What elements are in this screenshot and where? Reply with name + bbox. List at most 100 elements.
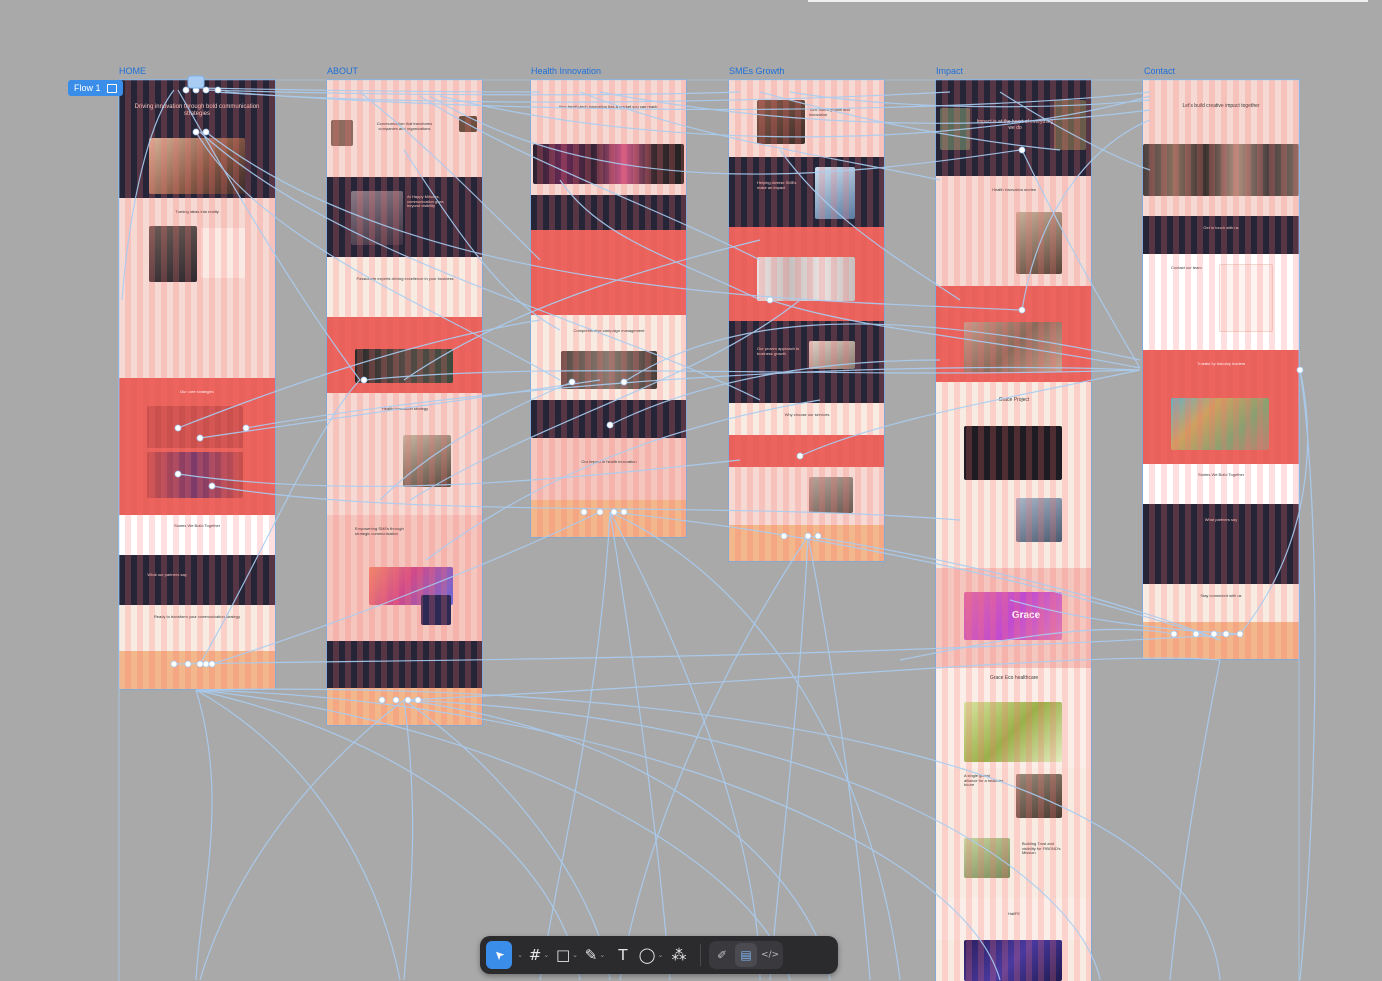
smes-section-approach: Our proven approach to business growth: [729, 321, 884, 403]
pen-tool-button[interactable]: ✎ ⌄: [582, 941, 608, 969]
dev-mode-button[interactable]: </>: [759, 943, 781, 967]
impact-section-grace-brand: Grace: [936, 568, 1091, 668]
impact-section-texture: [936, 286, 1091, 382]
contact-section-partners-title: What partners say: [1204, 517, 1238, 522]
about-hero-image-right: [459, 116, 477, 132]
about-hero: Communication that transforms companies …: [327, 80, 482, 177]
contact-footer: [1143, 622, 1299, 659]
prototype-connection: [195, 689, 213, 981]
contact-section-partners: What partners say: [1143, 504, 1299, 584]
pen-icon: ✎: [584, 946, 598, 964]
home-section-cta-title: Ready to transform your communication st…: [153, 614, 241, 619]
frame-contact[interactable]: Let's build creative impact together Get…: [1143, 80, 1299, 659]
contact-section-stories-title: Stories We Build Together: [1197, 472, 1245, 477]
smes-section-services: [729, 227, 884, 321]
frame-tool-button[interactable]: # ⌄: [526, 941, 552, 969]
impact-section-stories: Health innovation stories: [936, 176, 1091, 286]
home-hero-title: Driving innovation through bold communic…: [134, 104, 260, 117]
design-mode-button[interactable]: ▤: [735, 943, 757, 967]
frame-home[interactable]: Driving innovation through bold communic…: [119, 80, 275, 689]
flow-badge-label: Flow 1: [74, 83, 101, 93]
about-section-visibility-title: At Happy Minutes, communication goes bey…: [407, 194, 444, 209]
prototype-connection: [609, 511, 761, 981]
health-section-campaigns: Comprehensive campaign management: [531, 315, 686, 400]
chevron-down-icon: ⌄: [599, 951, 606, 959]
home-section-cta: Ready to transform your communication st…: [119, 605, 275, 651]
comment-tool-button[interactable]: ◯ ⌄: [638, 941, 664, 969]
health-campaign-images: [561, 351, 657, 389]
impact-section-grace: Grace Project: [936, 382, 1091, 568]
frame-health-innovation[interactable]: Your health-tech innovation has a market…: [531, 80, 686, 537]
impact-fibond-title: Building Trust and visibility for FIBOND…: [1022, 841, 1061, 856]
design-canvas[interactable]: HOME ABOUT Health Innovation SMEs Growth…: [0, 0, 1382, 981]
impact-hero-image-right: [1054, 100, 1086, 150]
move-tool-dropdown[interactable]: ⌄: [514, 941, 524, 969]
smes-section-why-title: Why choose our services: [784, 412, 830, 417]
frame-impact[interactable]: Impact is at the heart of everything we …: [936, 80, 1091, 981]
impact-bottom-image: [964, 940, 1062, 981]
prototype-connection: [403, 699, 414, 981]
home-section-ideas: Turning ideas into reality: [119, 198, 275, 378]
chevron-down-icon: ⌄: [572, 951, 579, 959]
shape-tool-button[interactable]: □ ⌄: [554, 941, 580, 969]
impact-section-alliance: A single global alliance for a healthier…: [936, 768, 1091, 898]
draw-mode-button[interactable]: ✐: [711, 943, 733, 967]
smes-cta-image: [809, 477, 853, 513]
frame-label-home[interactable]: HOME: [119, 66, 146, 76]
frame-label-smes-growth[interactable]: SMEs Growth: [729, 66, 785, 76]
bottom-toolbar: ➤ ⌄ # ⌄ □ ⌄ ✎ ⌄ T ◯ ⌄ ⁂ ✐ ▤ </>: [480, 936, 838, 974]
health-hero-title: Your health-tech innovation has a market…: [558, 104, 658, 109]
contact-section-form-title: Contact our team: [1171, 265, 1202, 270]
home-strategy-cards: [147, 406, 243, 448]
contact-section-connected: Stay connected with us: [1143, 584, 1299, 622]
home-section-partners: What our partners say: [119, 555, 275, 605]
home-section-stories: Stories We Build Together: [119, 515, 275, 555]
code-icon: </>: [760, 950, 780, 960]
health-section-impact: [531, 400, 686, 438]
home-section-partners-title: What our partners say: [147, 572, 187, 577]
impact-section-hallfe: HallFE: [936, 898, 1091, 940]
frame-label-health-innovation[interactable]: Health Innovation: [531, 66, 601, 76]
impact-stories-image: [1016, 212, 1062, 274]
health-section-dark: [531, 195, 686, 230]
frame-label-contact[interactable]: Contact: [1144, 66, 1175, 76]
health-hero: Your health-tech innovation has a market…: [531, 80, 686, 195]
contact-section-leaders: Trusted by industry leaders: [1143, 350, 1299, 464]
home-section-text-card: [201, 228, 245, 278]
impact-section-bottom: [936, 940, 1091, 981]
actions-tool-button[interactable]: ⁂: [666, 941, 692, 969]
health-footer: [531, 500, 686, 537]
frame-about[interactable]: Communication that transforms companies …: [327, 80, 482, 725]
prototype-connection: [429, 95, 1021, 175]
impact-grace-screen: [964, 426, 1062, 480]
chevron-down-icon: ⌄: [657, 951, 664, 959]
smes-service-cards: [757, 257, 855, 301]
contact-section-stories: Stories We Build Together: [1143, 464, 1299, 504]
move-tool-button[interactable]: ➤: [486, 941, 512, 969]
frame-label-impact[interactable]: Impact: [936, 66, 963, 76]
impact-section-stories-title: Health innovation stories: [992, 187, 1036, 192]
chevron-down-icon: ⌄: [517, 951, 523, 959]
about-section-experts: Passionate experts driving excellence in…: [327, 257, 482, 317]
prototype-connection: [195, 689, 401, 981]
health-hero-gallery: [533, 144, 684, 184]
impact-hero-image-left: [940, 108, 970, 150]
smes-hero-image: [757, 100, 805, 144]
text-tool-button[interactable]: T: [610, 941, 636, 969]
about-footer: [327, 688, 482, 725]
home-section-strategies-title: Our core strategies: [179, 389, 214, 394]
contact-leaders-image: [1171, 398, 1269, 450]
contact-form-card: [1219, 264, 1273, 332]
contact-section-leaders-title: Trusted by industry leaders: [1196, 361, 1246, 366]
frame-label-about[interactable]: ABOUT: [327, 66, 358, 76]
design-icon: ▤: [740, 948, 752, 962]
flow-start-badge[interactable]: Flow 1: [68, 80, 123, 96]
impact-hallfe-title: HallFE: [1007, 911, 1020, 916]
contact-section-touch-title: Get in touch with us: [1203, 225, 1239, 230]
frame-smes-growth[interactable]: Turn SMEs growth and innovation Helping …: [729, 80, 884, 561]
smes-device-image: [815, 167, 855, 219]
contact-section-form: Contact our team: [1143, 254, 1299, 350]
health-section-cta: Our impact in health innovation: [531, 438, 686, 500]
flow-present-icon[interactable]: [106, 83, 117, 93]
impact-grace-title: Grace Project: [998, 397, 1030, 403]
